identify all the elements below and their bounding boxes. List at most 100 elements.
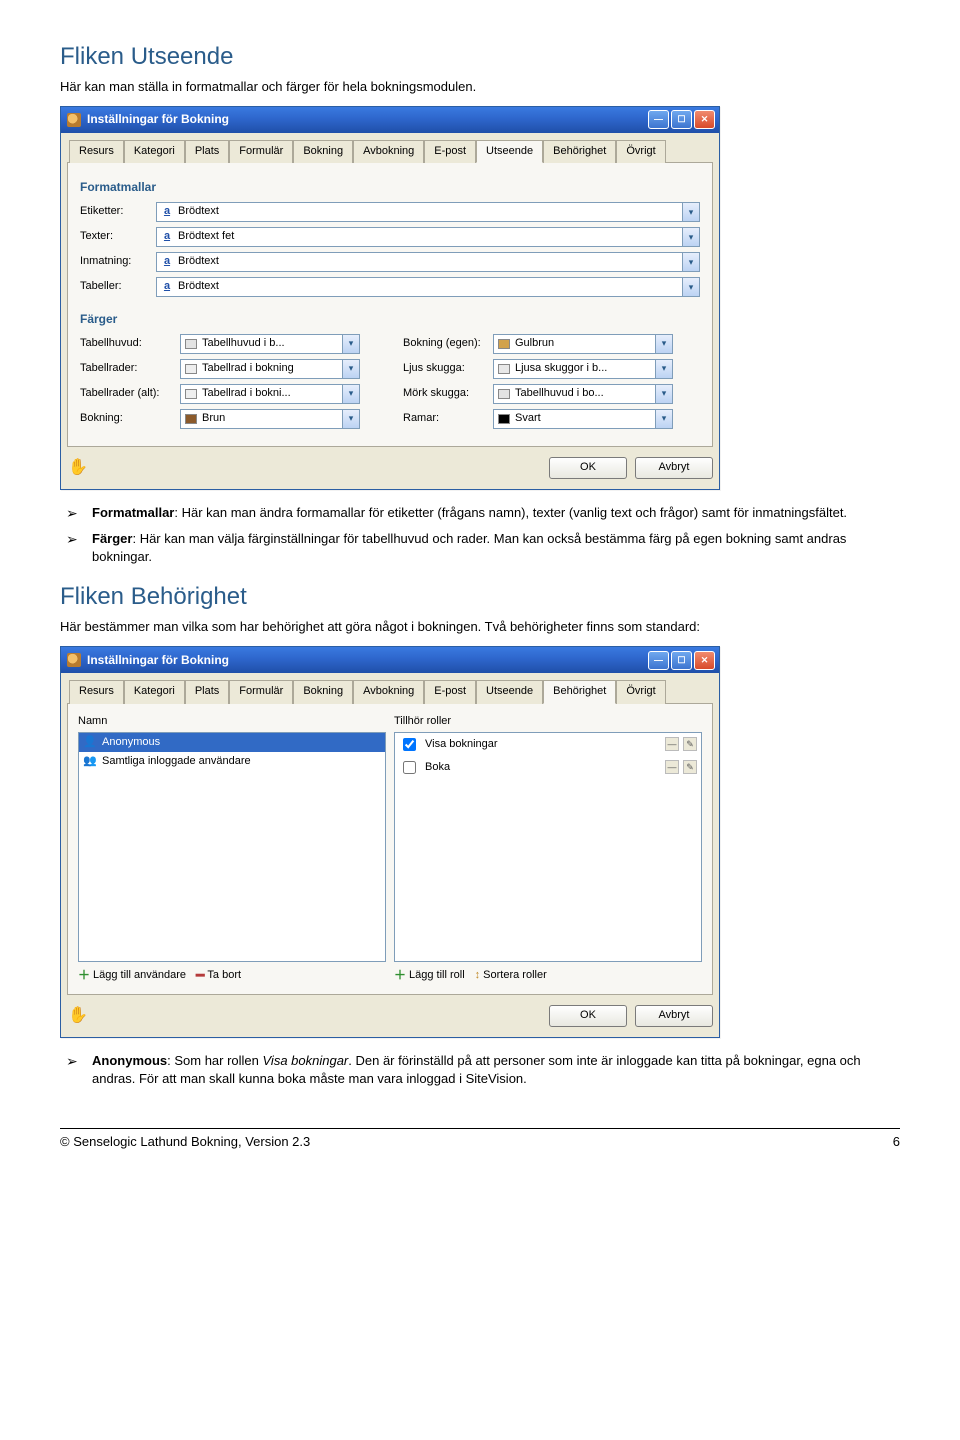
cancel-button[interactable]: Avbryt [635, 1005, 713, 1027]
tab-utseende[interactable]: Utseende [476, 680, 543, 703]
role-action-icon[interactable]: — [665, 737, 679, 751]
sort-roles-button[interactable]: ↕ Sortera roller [475, 967, 547, 984]
dropdown-bokning-value: Brun [202, 411, 342, 426]
bullet-text: : Här kan man välja färginställningar fö… [92, 531, 846, 564]
hand-icon: ✋ [67, 1005, 89, 1027]
list-item[interactable]: 👤 Anonymous [79, 733, 385, 752]
dropdown-bokning[interactable]: Brun ▾ [180, 409, 360, 429]
chevron-down-icon: ▾ [342, 360, 359, 378]
sort-roles-label: Sortera roller [483, 968, 547, 983]
add-role-button[interactable]: ＋ Lägg till roll [394, 967, 465, 984]
label-ramar: Ramar: [403, 411, 493, 426]
add-user-button[interactable]: ＋ Lägg till användare [78, 967, 186, 984]
footer-page-number: 6 [893, 1133, 900, 1151]
close-button[interactable]: ✕ [694, 110, 715, 129]
role-checkbox[interactable] [403, 761, 416, 774]
dropdown-tabellhuvud[interactable]: Tabellhuvud i b... ▾ [180, 334, 360, 354]
tab-behorighet[interactable]: Behörighet [543, 140, 616, 163]
tab-formular[interactable]: Formulär [229, 140, 293, 163]
role-action-icon[interactable]: — [665, 760, 679, 774]
label-etiketter: Etiketter: [80, 204, 156, 219]
tab-formular[interactable]: Formulär [229, 680, 293, 703]
label-texter: Texter: [80, 229, 156, 244]
tab-epost[interactable]: E-post [424, 140, 476, 163]
tab-plats[interactable]: Plats [185, 680, 229, 703]
tab-kategori[interactable]: Kategori [124, 140, 185, 163]
intro-utseende: Här kan man ställa in formatmallar och f… [60, 78, 900, 96]
dropdown-inmatning[interactable]: a Brödtext ▾ [156, 252, 700, 272]
label-bokning: Bokning: [80, 411, 180, 426]
dropdown-etiketter-value: Brödtext [178, 204, 682, 219]
dropdown-tabeller[interactable]: a Brödtext ▾ [156, 277, 700, 297]
plus-icon: ＋ [78, 967, 90, 984]
chevron-down-icon: ▾ [655, 360, 672, 378]
tab-ovrigt[interactable]: Övrigt [616, 140, 665, 163]
list-item[interactable]: 👥 Samtliga inloggade användare [79, 752, 385, 771]
list-item-label: Samtliga inloggade användare [102, 754, 251, 769]
tabstrip: Resurs Kategori Plats Formulär Bokning A… [67, 139, 713, 163]
tab-utseende[interactable]: Utseende [476, 140, 543, 163]
dropdown-etiketter[interactable]: a Brödtext ▾ [156, 202, 700, 222]
group-icon: 👥 [83, 755, 97, 769]
bullet-term: Anonymous [92, 1053, 167, 1068]
dropdown-mork-skugga-value: Tabellhuvud i bo... [515, 386, 655, 401]
label-bokning-egen: Bokning (egen): [403, 336, 493, 351]
dropdown-tabellrader-alt[interactable]: Tabellrad i bokni... ▾ [180, 384, 360, 404]
tab-resurs[interactable]: Resurs [69, 680, 124, 703]
role-edit-icon[interactable]: ✎ [683, 760, 697, 774]
bullet-farger: Färger: Här kan man välja färginställnin… [66, 530, 900, 566]
list-item-label: Anonymous [102, 735, 160, 750]
tab-content-behorighet: Namn 👤 Anonymous 👥 Samtliga inloggade an… [67, 704, 713, 995]
window-title: Inställningar för Bokning [87, 111, 229, 128]
color-swatch-icon [498, 389, 510, 399]
dropdown-ljus-skugga[interactable]: Ljusa skuggor i b... ▾ [493, 359, 673, 379]
tab-resurs[interactable]: Resurs [69, 140, 124, 163]
role-checkbox[interactable] [403, 738, 416, 751]
tab-bokning[interactable]: Bokning [293, 680, 353, 703]
pane-header-namn: Namn [78, 714, 386, 729]
intro-behorighet: Här bestämmer man vilka som har behörigh… [60, 618, 900, 636]
tab-content-utseende: Formatmallar Etiketter: a Brödtext ▾ Tex… [67, 163, 713, 447]
tab-bokning[interactable]: Bokning [293, 140, 353, 163]
tab-avbokning[interactable]: Avbokning [353, 680, 424, 703]
dropdown-mork-skugga[interactable]: Tabellhuvud i bo... ▾ [493, 384, 673, 404]
cancel-button[interactable]: Avbryt [635, 457, 713, 479]
ok-button[interactable]: OK [549, 457, 627, 479]
minimize-button[interactable]: — [648, 110, 669, 129]
group-farger: Färger [80, 311, 700, 328]
tab-behorighet[interactable]: Behörighet [543, 680, 616, 703]
dropdown-ljus-skugga-value: Ljusa skuggor i b... [515, 361, 655, 376]
maximize-button[interactable]: ☐ [671, 110, 692, 129]
tab-ovrigt[interactable]: Övrigt [616, 680, 665, 703]
ok-button[interactable]: OK [549, 1005, 627, 1027]
chevron-down-icon: ▾ [655, 410, 672, 428]
bullet-text: : Här kan man ändra formamallar för etik… [174, 505, 847, 520]
chevron-down-icon: ▾ [342, 335, 359, 353]
label-tabellhuvud: Tabellhuvud: [80, 336, 180, 351]
listbox-users[interactable]: 👤 Anonymous 👥 Samtliga inloggade använda… [78, 732, 386, 962]
dropdown-ramar[interactable]: Svart ▾ [493, 409, 673, 429]
dropdown-tabellrader[interactable]: Tabellrad i bokning ▾ [180, 359, 360, 379]
tab-avbokning[interactable]: Avbokning [353, 140, 424, 163]
chevron-down-icon: ▾ [682, 278, 699, 296]
dropdown-texter[interactable]: a Brödtext fet ▾ [156, 227, 700, 247]
role-item[interactable]: Boka — ✎ [395, 756, 701, 779]
tab-kategori[interactable]: Kategori [124, 680, 185, 703]
footer-left: © Senselogic Lathund Bokning, Version 2.… [60, 1133, 310, 1151]
listbox-roles[interactable]: Visa bokningar — ✎ Boka — ✎ [394, 732, 702, 962]
color-swatch-icon [498, 339, 510, 349]
chevron-down-icon: ▾ [682, 203, 699, 221]
dropdown-bokning-egen[interactable]: Gulbrun ▾ [493, 334, 673, 354]
tab-plats[interactable]: Plats [185, 140, 229, 163]
role-item[interactable]: Visa bokningar — ✎ [395, 733, 701, 756]
minimize-button[interactable]: — [648, 651, 669, 670]
app-icon [67, 113, 81, 127]
tab-epost[interactable]: E-post [424, 680, 476, 703]
text-style-icon: a [164, 204, 170, 219]
maximize-button[interactable]: ☐ [671, 651, 692, 670]
remove-user-button[interactable]: ━ Ta bort [196, 967, 241, 984]
dialog-utseende: Inställningar för Bokning — ☐ ✕ Resurs K… [60, 106, 720, 490]
close-button[interactable]: ✕ [694, 651, 715, 670]
group-formatmallar: Formatmallar [80, 179, 700, 196]
role-edit-icon[interactable]: ✎ [683, 737, 697, 751]
